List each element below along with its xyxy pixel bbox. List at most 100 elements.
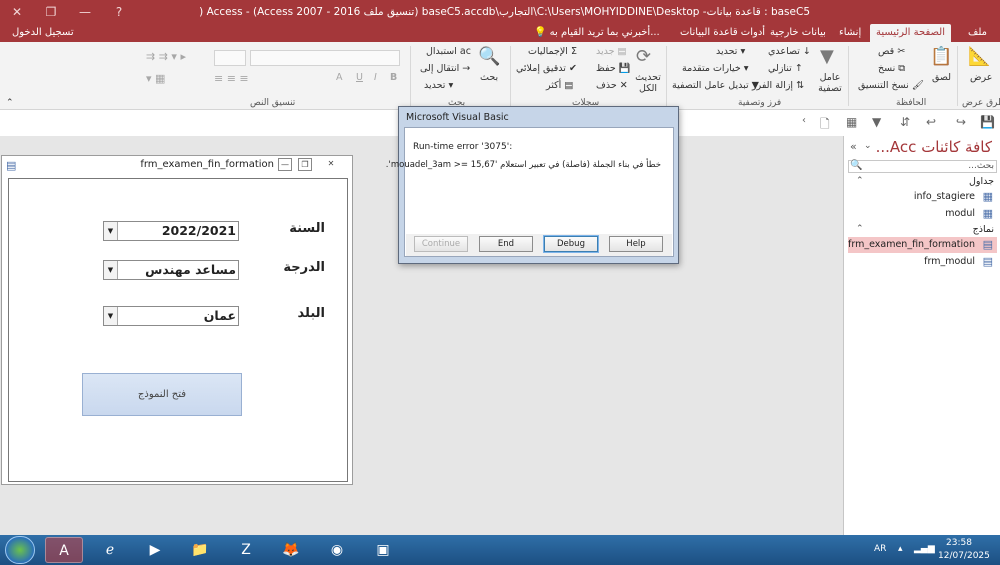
access-taskbar-icon[interactable]: A (45, 537, 83, 563)
form-close-icon[interactable]: ✕ (324, 158, 338, 171)
nav-item-info-stagiere[interactable]: ▦ info_stagiere (848, 189, 997, 205)
clock-time[interactable]: 23:58 (946, 538, 972, 548)
save-quick-icon[interactable]: 💾 (980, 115, 995, 129)
tab-database-tools[interactable]: أدوات قاعدة البيانات (674, 24, 771, 42)
collapse-pane-icon[interactable]: « (850, 140, 857, 153)
year-combo[interactable]: ▼ 2022/2021 (103, 221, 239, 241)
virtualbox-icon[interactable]: ▣ (364, 537, 402, 563)
sort-descending-button[interactable]: ↑ تنازلي (768, 63, 803, 74)
selection-button[interactable]: ▾ تحديد (716, 46, 745, 57)
help-button[interactable]: Help (609, 236, 663, 252)
file-explorer-icon[interactable]: 📁 (181, 537, 219, 563)
more-button[interactable]: ▤ أكثر (546, 80, 573, 91)
signal-icon[interactable]: ▂▄▆ (914, 544, 935, 554)
chevron-down-icon[interactable]: ▼ (104, 261, 118, 279)
filter-button[interactable]: عامل تصفية (816, 72, 844, 94)
undo-icon[interactable]: ↩ (926, 115, 936, 129)
ribbon-tabs: تسجيل الدخول 💡 أخبرني بما تريد القيام به… (0, 24, 1000, 42)
new-record-button[interactable]: ▤ جديد (596, 46, 627, 57)
nav-group-tables[interactable]: جداول ⌃ (848, 176, 997, 190)
font-size-box[interactable] (214, 50, 246, 66)
tab-external-data[interactable]: بيانات خارجية (764, 24, 832, 42)
continue-button[interactable]: Continue (414, 236, 468, 252)
nav-title[interactable]: كافة كائنات Acc... (876, 138, 992, 156)
chevron-down-icon[interactable]: ▼ (104, 307, 118, 325)
tell-me-box[interactable]: 💡 أخبرني بما تريد القيام به... (528, 24, 666, 42)
remove-sort-button[interactable]: ⇅ إزالة الفرز (752, 80, 804, 91)
collapse-ribbon-icon[interactable]: ⌃ (6, 98, 14, 108)
grade-combo[interactable]: ▼ مساعد مهندس (103, 260, 239, 280)
select-button[interactable]: ▾ تحديد (424, 80, 453, 91)
advanced-filter-button[interactable]: ▾ خيارات متقدمة (682, 63, 749, 74)
copy-button[interactable]: ⧉ نسخ (878, 63, 905, 74)
refresh-all-button[interactable]: تحديث الكل (634, 72, 662, 94)
find-button[interactable]: بحث (480, 72, 498, 83)
chrome-icon[interactable]: ◉ (318, 537, 356, 563)
end-button[interactable]: End (479, 236, 533, 252)
nav-search-input[interactable]: 🔍 بحث... (848, 160, 997, 173)
italic-button[interactable]: I (374, 72, 377, 83)
new-doc-icon[interactable]: 🗋 (820, 115, 830, 136)
paste-button[interactable]: لصق (932, 72, 951, 83)
open-form-button[interactable]: فتح النموذج (82, 373, 242, 416)
refresh-all-icon[interactable]: ⟳ (636, 46, 651, 67)
tab-create[interactable]: إنشاء (833, 24, 867, 42)
nav-group-forms[interactable]: نماذج ⌃ (848, 224, 997, 238)
nav-item-modul[interactable]: ▦ modul (848, 206, 997, 222)
tab-home[interactable]: الصفحة الرئيسية (870, 24, 951, 42)
datasheet-icon[interactable]: ▦ (846, 115, 857, 129)
find-icon[interactable]: 🔍 (478, 46, 500, 67)
view-button[interactable]: عرض (970, 72, 992, 83)
format-painter-button[interactable]: 🖌 نسخ التنسيق (858, 80, 924, 91)
internet-explorer-icon[interactable]: ℯ (91, 537, 129, 563)
save-record-button[interactable]: 💾 حفظ (596, 63, 631, 74)
tray-chevron-icon[interactable]: ▴ (898, 544, 903, 554)
sign-in-link[interactable]: تسجيل الدخول (6, 24, 80, 42)
underline-button[interactable]: U (356, 72, 363, 83)
cut-button[interactable]: ✂ قص (878, 46, 905, 57)
clock-date[interactable]: 12/07/2025 (938, 551, 990, 561)
close-icon[interactable]: ✕ (0, 0, 34, 24)
restore-icon[interactable]: ❐ (34, 0, 68, 24)
filezilla-icon[interactable]: Z (227, 537, 265, 563)
bold-button[interactable]: B (390, 72, 397, 83)
filter-icon[interactable]: ▼ (820, 46, 834, 67)
gridlines-icon[interactable]: ▦ ▾ (146, 72, 165, 85)
sort-quick-icon[interactable]: ⇵ (900, 115, 910, 129)
totals-button[interactable]: Σ الإجماليات (528, 46, 577, 57)
tab-file[interactable]: ملف (962, 24, 993, 42)
nav-item-frm-modul[interactable]: ▤ frm_modul (848, 254, 997, 270)
goto-button[interactable]: → انتقال إلى (420, 63, 470, 74)
error-message: خطأ في بناء الجملة (فاصلة) في تعبير استع… (385, 160, 661, 170)
minimize-icon[interactable]: — (68, 0, 102, 24)
replace-button[interactable]: ac استبدال (426, 46, 471, 57)
filter-quick-icon[interactable]: ▼ (872, 115, 881, 129)
redo-icon[interactable]: ↪ (956, 115, 966, 129)
quick-customize-icon[interactable]: ‹ (802, 115, 806, 126)
nav-dropdown-icon[interactable]: ⌄ (864, 141, 872, 151)
firefox-icon[interactable]: 🦊 (272, 537, 310, 563)
cut-label: قص (878, 46, 895, 57)
alignment-icons[interactable]: ≡ ≡ ≡ (214, 72, 249, 85)
media-player-icon[interactable]: ▶ (136, 537, 174, 563)
sort-ascending-button[interactable]: ↓ تصاعدي (768, 46, 811, 57)
form-minimize-icon[interactable]: — (278, 158, 292, 171)
sort-asc-icon: ↓ (802, 46, 811, 57)
font-name-box[interactable] (250, 50, 400, 66)
start-button[interactable] (5, 536, 35, 564)
nav-item-frm-examen-fin-formation[interactable]: ▤ frm_examen_fin_formation (848, 237, 997, 253)
paste-icon[interactable]: 📋 (930, 46, 952, 67)
spelling-button[interactable]: ✔ تدقيق إملائي (516, 63, 577, 74)
form-restore-icon[interactable]: ❐ (298, 158, 312, 171)
navigation-pane: « ⌄ كافة كائنات Acc... 🔍 بحث... جداول ⌃ … (843, 136, 1000, 535)
toggle-filter-button[interactable]: ▼ تبديل عامل التصفية (672, 80, 759, 91)
view-icon[interactable]: 📐 (968, 46, 990, 67)
chevron-down-icon[interactable]: ▼ (104, 222, 118, 240)
language-indicator[interactable]: AR (874, 544, 886, 554)
debug-button[interactable]: Debug (543, 235, 599, 253)
country-combo[interactable]: ▼ عمان (103, 306, 239, 326)
delete-record-button[interactable]: ✕ حذف (596, 80, 628, 91)
indent-icons[interactable]: ▸ ▾ ⇉ ⇉ (146, 50, 186, 63)
font-color-button[interactable]: A (336, 72, 343, 83)
help-icon[interactable]: ? (102, 0, 136, 24)
